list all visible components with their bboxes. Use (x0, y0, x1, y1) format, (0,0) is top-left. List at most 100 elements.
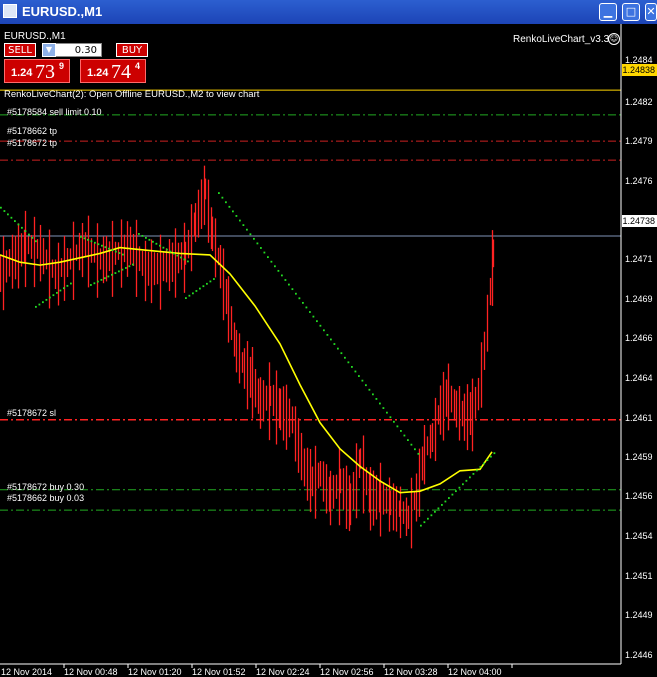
minimize-icon[interactable]: ▁ (599, 3, 617, 21)
trail-dot (277, 269, 280, 272)
trail-dot (458, 486, 461, 489)
trail-dot (31, 236, 34, 239)
trail-dot (3, 210, 6, 212)
one-click-trading-panel: SELL 0.30 ▼ BUY 1.24 73 9 1.24 74 4 (4, 43, 148, 83)
trail-dot (434, 510, 436, 513)
trail-dot (218, 192, 220, 194)
ask-price-tag: 1.24838 (622, 64, 657, 76)
trail-dot (118, 270, 120, 273)
trail-dot (188, 294, 191, 297)
trail-dot (93, 282, 96, 285)
trail-dot (10, 216, 13, 219)
price-tick: 1.2449 (625, 610, 653, 620)
trail-dot (407, 439, 409, 441)
trail-dot (351, 366, 353, 368)
trail-dot (195, 290, 198, 292)
trail-dot (312, 315, 315, 318)
trail-dot (396, 425, 399, 428)
trail-dot (209, 280, 212, 283)
trail-dot (326, 333, 329, 336)
trail-dot (430, 514, 433, 517)
trail-dot (14, 220, 16, 222)
trail-dot (173, 252, 175, 255)
buy-button[interactable]: BUY (116, 43, 148, 57)
sell-button[interactable]: SELL (4, 43, 36, 57)
chart-symbol: EURUSD.,M1 (4, 31, 66, 42)
trail-dot (400, 430, 402, 432)
price-tick: 1.2456 (625, 491, 653, 501)
time-tick: 12 Nov 03:28 (384, 667, 438, 677)
window-titlebar: EURUSD.,M1 ▁ □ ✕ (0, 0, 657, 24)
trail-dot (382, 407, 385, 409)
trail-dot (344, 356, 346, 359)
trail-dot (305, 306, 308, 309)
trail-dot (45, 298, 48, 301)
trail-dot (17, 223, 20, 226)
trail-dot (414, 448, 416, 451)
trail-dot (192, 292, 194, 295)
trail-dot (97, 280, 99, 283)
trail-dot (281, 274, 283, 277)
trail-dot (166, 248, 168, 251)
lot-down-icon[interactable]: ▼ (42, 43, 56, 57)
trail-dot (101, 244, 103, 247)
trail-dot (115, 250, 117, 253)
order-label-buy-030: #5178672 buy 0.30 (7, 482, 85, 492)
trail-dot (393, 420, 395, 423)
price-tick: 1.2476 (625, 176, 653, 186)
trail-dot (118, 252, 121, 254)
order-label-sl: #5178672 sl (7, 408, 57, 418)
close-icon[interactable]: ✕ (645, 3, 657, 21)
trail-dot (183, 258, 186, 261)
sell-price-box[interactable]: 1.24 73 9 (4, 59, 70, 83)
trail-dot (80, 235, 82, 238)
trail-dot (24, 230, 27, 233)
trail-dot (423, 521, 426, 524)
trail-dot (21, 226, 23, 229)
trail-dot (420, 524, 422, 527)
trail-dot (291, 288, 294, 291)
bid-prefix: 1.24 (11, 67, 33, 79)
trail-dot (7, 213, 9, 216)
maximize-icon[interactable]: □ (622, 3, 640, 21)
trail-dot (472, 472, 475, 475)
trail-dot (249, 233, 252, 236)
trail-dot (486, 459, 489, 461)
app-icon (3, 4, 17, 18)
trail-dot (202, 285, 205, 288)
trail-dot (90, 240, 93, 243)
trail-dot (270, 260, 273, 263)
trail-dot (35, 240, 37, 243)
price-tick: 1.2451 (625, 571, 653, 581)
trail-dot (469, 476, 471, 479)
trail-dot (59, 289, 62, 292)
order-label-buy-003: #5178662 buy 0.03 (7, 493, 85, 503)
trail-dot (49, 296, 51, 299)
trail-dot (323, 329, 325, 332)
trail-dot (121, 268, 124, 271)
time-tick: 12 Nov 01:52 (192, 667, 246, 677)
trail-dot (444, 500, 447, 503)
order-label-tp-1: #5178662 tp (7, 126, 58, 136)
trail-dot (70, 282, 72, 285)
trail-dot (361, 379, 364, 382)
trail-dot (148, 238, 151, 241)
trail-dot (375, 398, 378, 400)
trail-dot (242, 224, 245, 227)
trail-dot (97, 243, 100, 246)
trail-dot (476, 469, 478, 472)
trail-dot (284, 279, 287, 281)
trail-dot (427, 517, 429, 520)
trail-dot (111, 249, 114, 252)
trail-dot (213, 278, 215, 280)
trail-dot (185, 297, 187, 299)
price-chart[interactable] (0, 24, 657, 677)
trail-dot (239, 219, 241, 222)
trail-dot (225, 201, 227, 204)
trail-dot (122, 253, 124, 256)
buy-price-box[interactable]: 1.24 74 4 (80, 59, 146, 83)
trail-dot (38, 303, 41, 306)
trail-dot (330, 338, 332, 341)
trail-dot (107, 275, 110, 278)
price-tick: 1.2482 (625, 97, 653, 107)
